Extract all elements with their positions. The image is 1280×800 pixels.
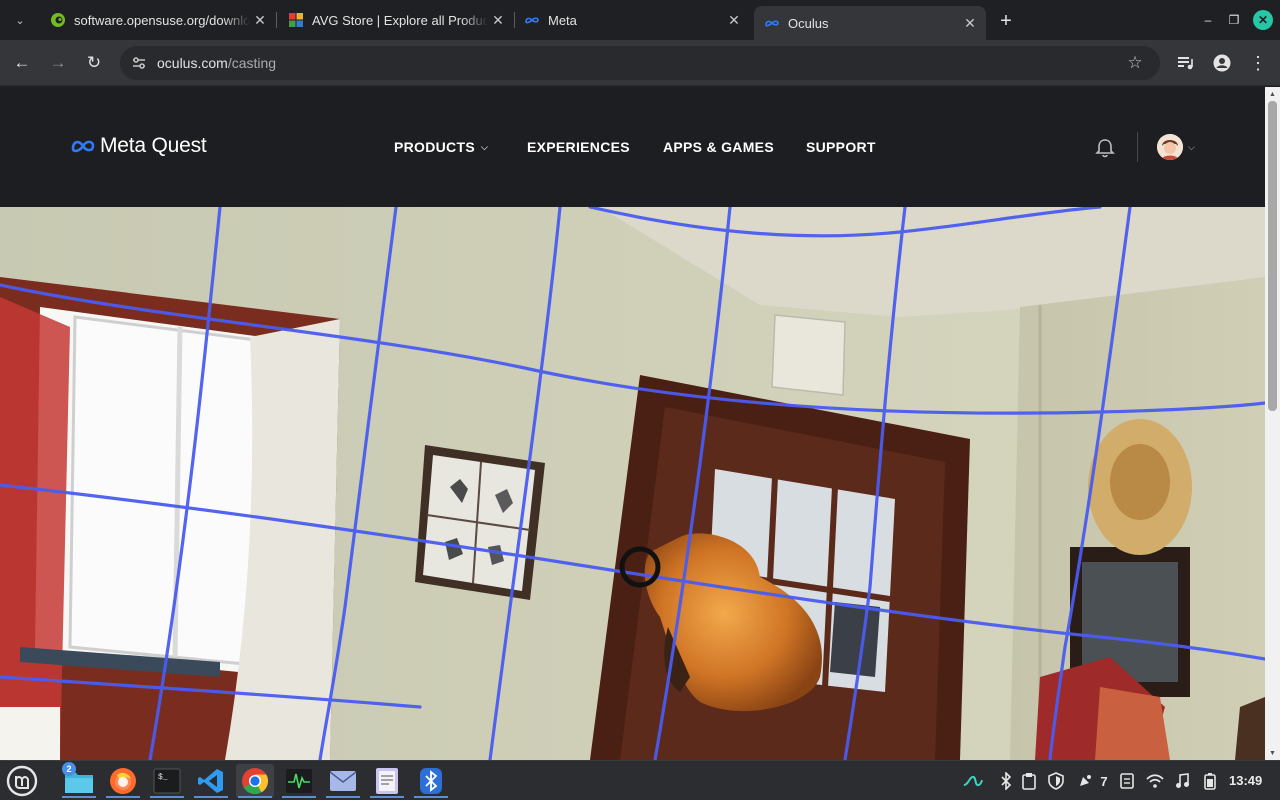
forward-button[interactable]: →: [44, 49, 72, 77]
nav-label: APPS & GAMES: [663, 139, 774, 155]
system-monitor-icon: [286, 769, 312, 793]
chevron-down-icon: ⌵: [1188, 141, 1195, 152]
reload-button[interactable]: ↻: [80, 49, 108, 77]
url-domain: oculus.com: [157, 55, 228, 71]
profile-icon[interactable]: [1208, 49, 1236, 77]
chevron-down-icon: ⌄: [15, 14, 25, 27]
bluetooth-icon: [420, 768, 442, 794]
tab-title: Oculus: [788, 15, 829, 31]
taskbar-app-terminal[interactable]: $_: [148, 764, 186, 798]
start-menu-button[interactable]: [3, 764, 41, 798]
url-text[interactable]: oculus.com/casting: [157, 55, 276, 71]
meta-logo-icon: [71, 140, 95, 153]
scrollbar-thumb[interactable]: [1268, 101, 1277, 411]
taskbar-app-chrome[interactable]: [236, 764, 274, 798]
minimize-icon: –: [1204, 13, 1212, 27]
opensuse-favicon: [51, 13, 65, 27]
linux-mint-icon: [6, 765, 38, 797]
avatar: [1157, 134, 1183, 160]
chrome-icon: [242, 768, 269, 795]
tray-notifications-icon[interactable]: [1075, 771, 1095, 791]
reload-icon: ↻: [86, 53, 102, 72]
tray-app-icon[interactable]: [963, 771, 983, 791]
nav-label: PRODUCTS: [394, 139, 475, 155]
notification-count: 7: [1100, 773, 1108, 789]
close-tab-icon[interactable]: ✕: [960, 13, 980, 33]
taskbar-app-bluetooth[interactable]: [412, 764, 450, 798]
close-tab-icon[interactable]: ✕: [250, 10, 270, 30]
taskbar-app-firefox[interactable]: [104, 764, 142, 798]
tray-shield-icon[interactable]: [1046, 771, 1066, 791]
chevron-down-icon: ⌵: [480, 141, 489, 152]
scroll-up-icon[interactable]: ▲: [1265, 87, 1280, 101]
logo-text: Meta Quest: [100, 134, 207, 157]
files-badge: 2: [62, 762, 76, 776]
casting-video: [0, 207, 1265, 760]
tray-document-icon[interactable]: [1117, 771, 1137, 791]
clock[interactable]: 13:49: [1229, 773, 1262, 788]
nav-label: SUPPORT: [806, 139, 876, 155]
bookmark-star-icon[interactable]: ☆: [1124, 52, 1146, 74]
plus-icon: +: [1000, 9, 1012, 32]
avg-favicon: [289, 13, 303, 27]
taskbar-app-system-monitor[interactable]: [280, 764, 318, 798]
tab-title: software.opensuse.org/download: [74, 12, 250, 28]
back-button[interactable]: ←: [8, 49, 36, 77]
meta-favicon: [765, 20, 779, 27]
nav-label: EXPERIENCES: [527, 139, 630, 155]
site-info-icon[interactable]: [130, 54, 148, 72]
browser-toolbar: ← → ↻ oculus.com/casting ☆ ⋮: [0, 40, 1280, 86]
account-menu[interactable]: ⌵: [1157, 134, 1195, 160]
close-window-button[interactable]: ✕: [1253, 10, 1273, 30]
tab-search-button[interactable]: ⌄: [7, 7, 33, 33]
tab-avg[interactable]: AVG Store | Explore all Products ✕: [278, 6, 515, 34]
mail-icon: [329, 771, 357, 791]
taskbar-app-mail[interactable]: [324, 764, 362, 798]
scroll-down-icon[interactable]: ▼: [1265, 746, 1280, 760]
tab-title: Meta: [548, 12, 577, 28]
notifications-bell-icon[interactable]: [1094, 137, 1116, 159]
taskbar-app-text-editor[interactable]: [368, 764, 406, 798]
browser-menu-icon[interactable]: ⋮: [1244, 49, 1272, 77]
maximize-icon: ❐: [1228, 13, 1240, 27]
web-page: Meta Quest PRODUCTS ⌵ EXPERIENCES APPS &…: [0, 87, 1265, 760]
tab-opensuse[interactable]: software.opensuse.org/download ✕: [40, 6, 277, 34]
new-tab-button[interactable]: +: [993, 8, 1019, 34]
tray-battery-icon[interactable]: [1200, 771, 1220, 791]
address-bar[interactable]: oculus.com/casting ☆: [120, 46, 1160, 80]
terminal-icon: $_: [153, 768, 181, 794]
tab-oculus[interactable]: Oculus ✕: [754, 6, 986, 40]
firefox-icon: [110, 768, 136, 794]
tray-sound-icon[interactable]: [1172, 771, 1192, 791]
text-editor-icon: [376, 768, 398, 794]
tab-strip: ⌄ software.opensuse.org/download ✕ AVG S…: [0, 0, 1280, 40]
vscode-icon: [198, 769, 223, 793]
tray-bluetooth-icon[interactable]: [996, 771, 1016, 791]
svg-text:$_: $_: [158, 773, 168, 782]
tab-title: AVG Store | Explore all Products: [312, 12, 488, 28]
close-icon: ✕: [1257, 13, 1269, 27]
nav-support[interactable]: SUPPORT: [806, 139, 876, 155]
tab-meta[interactable]: Meta ✕: [514, 6, 750, 34]
tray-clipboard-icon[interactable]: [1019, 771, 1039, 791]
taskbar: 2 $_ 7 13:49: [0, 760, 1280, 800]
minimize-button[interactable]: –: [1198, 10, 1218, 30]
site-header: Meta Quest PRODUCTS ⌵ EXPERIENCES APPS &…: [0, 87, 1265, 207]
nav-products[interactable]: PRODUCTS ⌵: [394, 139, 488, 155]
taskbar-app-vscode[interactable]: [192, 764, 230, 798]
page-scrollbar[interactable]: ▲ ▼: [1265, 87, 1280, 760]
nav-experiences[interactable]: EXPERIENCES: [527, 139, 630, 155]
nav-apps-games[interactable]: APPS & GAMES: [663, 139, 774, 155]
maximize-button[interactable]: ❐: [1224, 10, 1244, 30]
arrow-left-icon: ←: [13, 53, 31, 72]
meta-favicon: [525, 17, 539, 24]
meta-quest-logo[interactable]: Meta Quest: [70, 134, 207, 158]
close-tab-icon[interactable]: ✕: [488, 10, 508, 30]
tray-wifi-icon[interactable]: [1145, 771, 1165, 791]
arrow-right-icon: →: [49, 53, 67, 72]
close-tab-icon[interactable]: ✕: [724, 10, 744, 30]
media-controls-icon[interactable]: [1172, 49, 1200, 77]
url-path: /casting: [227, 55, 277, 71]
